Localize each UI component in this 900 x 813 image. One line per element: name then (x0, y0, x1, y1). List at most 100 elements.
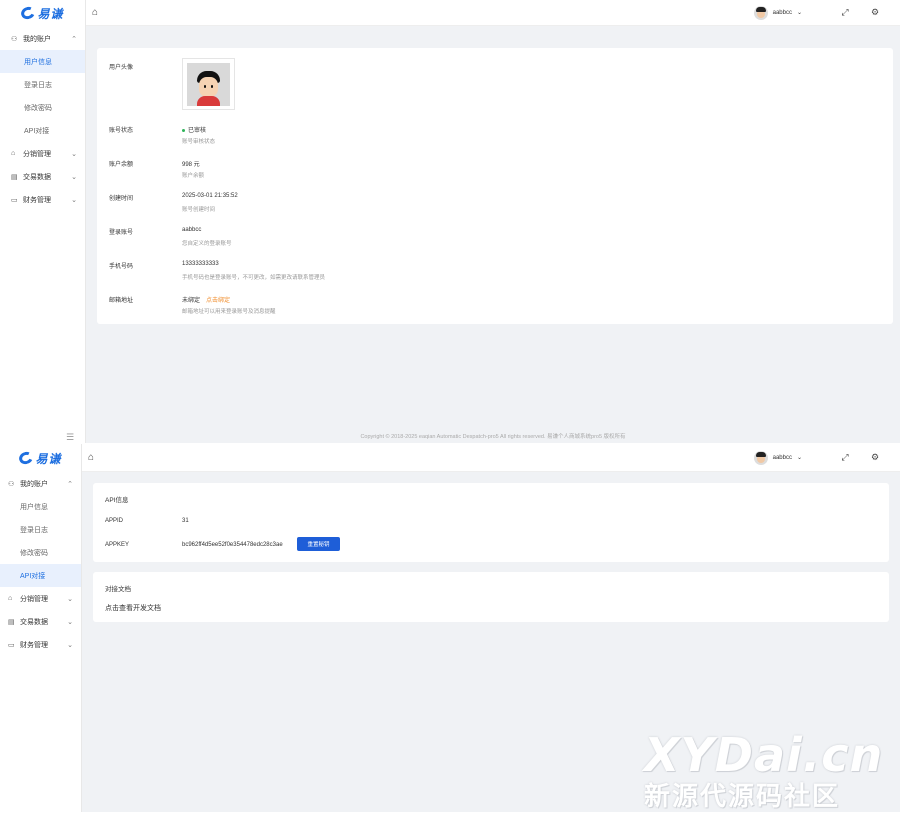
sidebar-item-api[interactable]: API对接 (0, 119, 85, 142)
menu-group-trade-data[interactable]: ▤ 交易数据 ⌄ (0, 165, 85, 188)
chevron-down-icon: ⌄ (796, 10, 802, 16)
chevron-up-icon: ⌃ (71, 35, 77, 43)
keyboard-icon: ▤ (11, 173, 18, 181)
menu-group-finance[interactable]: ▭ 财务管理 ⌄ (0, 633, 81, 656)
fullscreen-icon[interactable]: ⤢ (830, 7, 860, 18)
view-docs-link[interactable]: 点击查看开发文档 (105, 603, 161, 613)
email-value-wrap: 未绑定 点击绑定 (182, 295, 230, 304)
created-value: 2025-03-01 21:35:52 (182, 193, 238, 199)
status-badge: 已审核 (182, 125, 206, 134)
avatar-upload[interactable] (182, 58, 235, 110)
user-menu[interactable]: aabbcc ⌄ (753, 5, 802, 20)
docs-title: 对接文档 (105, 586, 131, 593)
chevron-down-icon: ⌄ (71, 196, 77, 204)
avatar-label: 用户头像 (109, 65, 134, 71)
user-icon: ⚇ (8, 480, 15, 488)
balance-value: 998 元 (182, 162, 200, 168)
folder-icon: ▭ (8, 641, 15, 649)
phone-value: 13333333333 (182, 261, 219, 267)
status-desc: 账号审核状态 (182, 139, 216, 145)
menu-group-label: 我的账户 (23, 35, 51, 43)
topbar: ⌂ aabbcc ⌄ ⤢ ⚙ (82, 444, 900, 472)
login-value: aabbcc (182, 227, 202, 233)
menu-group-label: 财务管理 (20, 641, 48, 649)
logo[interactable]: 易谦 (0, 444, 81, 472)
sidebar: 易谦 ⚇ 我的账户 ⌃ 用户信息 登录日志 修改密码 API对接 ⌂ 分销管理 … (0, 0, 86, 443)
home-icon[interactable]: ⌂ (92, 7, 98, 18)
menu-group-label: 分销管理 (23, 150, 51, 158)
bind-email-link[interactable]: 点击绑定 (206, 298, 230, 304)
chevron-down-icon: ⌄ (67, 618, 73, 626)
appkey-value: bc962ff4d5ee52f0e354478edc28c3ae (182, 542, 283, 548)
email-label: 邮箱地址 (109, 298, 134, 304)
login-desc: 您自定义的登录账号 (182, 241, 232, 247)
sidebar-item-change-password[interactable]: 修改密码 (0, 541, 81, 564)
menu-group-label: 我的账户 (20, 480, 48, 488)
menu-group-label: 财务管理 (23, 196, 51, 204)
phone-label: 手机号码 (109, 264, 134, 270)
menu-group-label: 交易数据 (20, 618, 48, 626)
sidebar-item-user-info[interactable]: 用户信息 (0, 50, 85, 73)
menu-group-my-account[interactable]: ⚇ 我的账户 ⌃ (0, 27, 85, 50)
home-icon[interactable]: ⌂ (88, 452, 94, 463)
user-menu[interactable]: aabbcc ⌄ (753, 450, 802, 465)
settings-icon[interactable]: ⚙ (860, 7, 890, 18)
avatar-image (187, 62, 230, 106)
bag-icon: ⌂ (8, 595, 13, 602)
chevron-down-icon: ⌄ (796, 455, 802, 461)
menu-group-label: 交易数据 (23, 173, 51, 181)
menu-group-label: 分销管理 (20, 595, 48, 603)
profile-card: 用户头像 账号状态 已审核 账号审核状态 账户余额 998 元 账户余额 创建时… (97, 48, 893, 324)
logo[interactable]: 易谦 (0, 0, 85, 26)
folder-icon: ▭ (11, 196, 18, 204)
footer-copyright: Copyright © 2018-2025 eaqian Automatic D… (360, 434, 626, 440)
settings-icon[interactable]: ⚙ (860, 452, 890, 463)
api-screen: 易谦 ⚇ 我的账户 ⌃ 用户信息 登录日志 修改密码 API对接 ⌂ 分销管理 … (0, 444, 900, 812)
fullscreen-icon[interactable]: ⤢ (830, 452, 860, 463)
logo-text: 易谦 (35, 451, 62, 466)
sidebar-item-change-password[interactable]: 修改密码 (0, 96, 85, 119)
logo-text: 易谦 (37, 6, 64, 21)
menu-group-finance[interactable]: ▭ 财务管理 ⌄ (0, 188, 85, 211)
logo-mark-icon (19, 4, 38, 22)
chevron-down-icon: ⌄ (67, 641, 73, 649)
menu-collapse-icon[interactable]: ☰ (66, 432, 74, 443)
phone-desc: 手机号码也是登录账号，不可更改，如需更改请联系管理员 (182, 275, 326, 281)
keyboard-icon: ▤ (8, 618, 15, 626)
chevron-down-icon: ⌄ (67, 595, 73, 603)
topbar: ⌂ aabbcc ⌄ ⤢ ⚙ (86, 0, 900, 26)
balance-desc: 账户余额 (182, 173, 205, 179)
appkey-label: APPKEY (105, 542, 130, 548)
api-info-card: API信息 APPID 31 APPKEY bc962ff4d5ee52f0e3… (93, 483, 889, 562)
user-info-screen: 易谦 ⚇ 我的账户 ⌃ 用户信息 登录日志 修改密码 API对接 ⌂ 分销管理 … (0, 0, 900, 443)
menu-group-distribution[interactable]: ⌂ 分销管理 ⌄ (0, 142, 85, 165)
username: aabbcc (772, 454, 792, 461)
status-label: 账号状态 (109, 128, 134, 134)
avatar (753, 5, 768, 20)
appid-value: 31 (182, 518, 189, 524)
sidebar: 易谦 ⚇ 我的账户 ⌃ 用户信息 登录日志 修改密码 API对接 ⌂ 分销管理 … (0, 444, 82, 812)
email-desc: 邮箱地址可以用来登录账号及消息提醒 (182, 309, 276, 315)
bag-icon: ⌂ (11, 150, 16, 157)
login-label: 登录账号 (109, 230, 134, 236)
email-value: 未绑定 (182, 298, 201, 304)
menu-group-distribution[interactable]: ⌂ 分销管理 ⌄ (0, 587, 81, 610)
username: aabbcc (772, 9, 792, 16)
chevron-up-icon: ⌃ (67, 480, 73, 488)
menu-group-trade-data[interactable]: ▤ 交易数据 ⌄ (0, 610, 81, 633)
user-icon: ⚇ (11, 35, 18, 43)
balance-label: 账户余额 (109, 162, 134, 168)
created-desc: 账号创建时间 (182, 207, 216, 213)
menu-group-my-account[interactable]: ⚇ 我的账户 ⌃ (0, 472, 81, 495)
chevron-down-icon: ⌄ (71, 150, 77, 158)
sidebar-item-user-info[interactable]: 用户信息 (0, 495, 81, 518)
status-dot-icon (182, 128, 185, 132)
appid-label: APPID (105, 518, 124, 524)
chevron-down-icon: ⌄ (71, 173, 77, 181)
sidebar-item-api[interactable]: API对接 (0, 564, 81, 587)
sidebar-item-login-log[interactable]: 登录日志 (0, 73, 85, 96)
api-info-title: API信息 (105, 497, 129, 504)
sidebar-item-login-log[interactable]: 登录日志 (0, 518, 81, 541)
logo-mark-icon (17, 449, 36, 467)
reset-key-button[interactable]: 重置秘钥 (297, 537, 340, 551)
